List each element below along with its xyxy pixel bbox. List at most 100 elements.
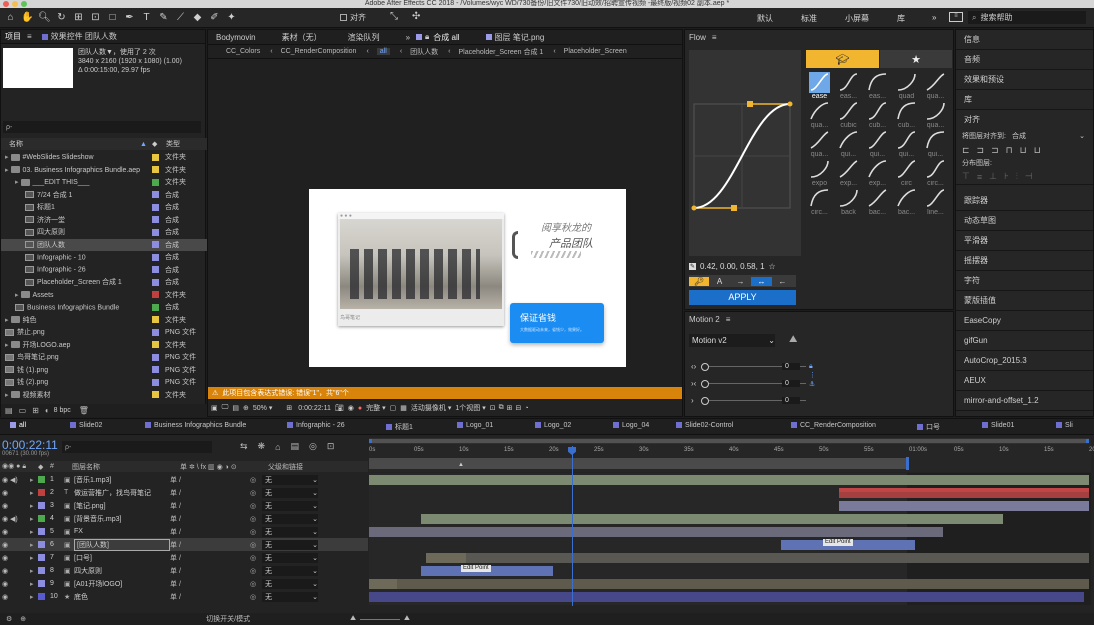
snap-icon[interactable]: ⤡ [390, 11, 398, 22]
ease-preset[interactable]: cub... [864, 101, 891, 129]
layer-label-swatch[interactable] [38, 489, 45, 496]
layer-name[interactable]: [团队人数] [74, 538, 170, 551]
layer-name[interactable]: 底色 [74, 592, 170, 602]
layer-switches[interactable]: 单 / [170, 488, 250, 498]
align-checkbox[interactable]: 对齐 [340, 12, 366, 23]
layer-switches[interactable]: 单 / [170, 579, 250, 589]
ease-preset[interactable]: bac... [864, 188, 891, 216]
ease-out-icon[interactable]: ← [772, 277, 793, 286]
layer-switches[interactable]: 单 / [170, 553, 250, 563]
disclosure-icon[interactable]: ▸ [30, 502, 38, 510]
distribute-top-icon[interactable]: ⊤ [962, 171, 970, 182]
panel-menu-icon[interactable]: ≡ [712, 33, 717, 42]
timeline-tab[interactable]: Slide02-Control [676, 422, 733, 429]
monitor-icon[interactable]: 🖵︎ [222, 404, 229, 412]
col-name[interactable]: 名称 [1, 139, 140, 149]
tab-layer[interactable]: 图层 笔记.png [495, 32, 545, 43]
project-item[interactable]: Business Infographics Bundle 合成 [1, 301, 207, 314]
disclosure-icon[interactable]: ▸ [30, 515, 38, 523]
info-panel-item[interactable]: 信息 [956, 30, 1093, 50]
layer-label-swatch[interactable] [38, 567, 45, 574]
toggle-modes-icon[interactable]: ⊕ [20, 615, 26, 623]
ease-preset[interactable]: qua... [922, 101, 949, 129]
pick-whip-icon[interactable]: ◎ [250, 502, 262, 510]
motion-value-field[interactable]: 0 [782, 363, 800, 370]
plugin-item[interactable]: AutoCrop_2015.3 [956, 351, 1093, 371]
timeline-tab[interactable]: Logo_04 [613, 422, 649, 429]
parent-dropdown[interactable]: 无 ⌄ [262, 474, 318, 485]
ease-preset[interactable]: circ... [922, 159, 949, 187]
plugin-item[interactable]: 跟踪器 [956, 191, 1093, 211]
ease-preset[interactable]: cubic [835, 101, 862, 129]
label-color-swatch[interactable] [152, 316, 159, 324]
visibility-toggle-icon[interactable]: ◉ ◀) [0, 515, 30, 523]
project-item[interactable]: 标题1 合成 [1, 201, 207, 214]
layer-name[interactable]: [背景音乐.mp3] [74, 514, 170, 524]
sort-up-icon[interactable]: ▲ [140, 141, 152, 148]
type-tool-icon[interactable]: T [140, 11, 153, 25]
ease-preset[interactable]: circ [893, 159, 920, 187]
layer-row[interactable]: ◉ ◀) ▸ 1 ▣ [音乐1.mp3] 单 / ◎ 无 ⌄ [0, 473, 368, 486]
label-color-swatch[interactable] [152, 341, 159, 349]
workspace-small-screen[interactable]: 小屏幕 [845, 13, 869, 24]
layer-label-swatch[interactable] [38, 528, 45, 535]
layer-row[interactable]: ◉ ▸ 9 ▣ [A01开场lOGO] 单 / ◎ 无 ⌄ [0, 577, 368, 590]
zoom-dropdown[interactable]: 50% [253, 405, 267, 412]
roto-tool-icon[interactable]: ✐ [208, 11, 221, 25]
label-color-swatch[interactable] [152, 366, 159, 374]
parent-dropdown[interactable]: 无 ⌄ [262, 552, 318, 563]
flowchart-icon[interactable]: ⊟ [516, 404, 522, 412]
layer-switches[interactable]: 单 / [170, 475, 250, 485]
breadcrumb-item-active[interactable]: all [376, 48, 390, 55]
parent-dropdown[interactable]: 无 ⌄ [262, 539, 318, 550]
disclosure-icon[interactable]: ▸ [30, 528, 38, 536]
parent-dropdown[interactable]: 无 ⌄ [262, 500, 318, 511]
work-area-bar[interactable] [369, 458, 907, 469]
keyframe-select-icon[interactable]: 🔑︎ [689, 276, 709, 286]
label-color-swatch[interactable] [152, 153, 159, 161]
parent-dropdown[interactable]: 无 ⌄ [262, 591, 318, 602]
safe-zones-icon[interactable]: ⊕ [243, 404, 249, 412]
zoom-out-icon[interactable]: ⛰ [350, 615, 356, 623]
close-window-icon[interactable] [3, 1, 9, 7]
pick-whip-icon[interactable]: ◎ [250, 541, 262, 549]
layer-switches[interactable]: 单 / [170, 592, 250, 602]
align-panel-item[interactable]: 对齐 [956, 110, 1093, 130]
label-color-swatch[interactable] [152, 291, 159, 299]
motion-value-field[interactable]: 0 [782, 397, 800, 404]
visibility-toggle-icon[interactable]: ◉ [0, 502, 30, 510]
trash-icon[interactable]: 🗑︎ [79, 406, 89, 415]
project-item[interactable]: Placeholder_Screen 合成 1 合成 [1, 276, 207, 289]
plugin-item[interactable]: 平滑器 [956, 231, 1093, 251]
layer-duration-bar[interactable] [369, 474, 1089, 485]
always-preview-icon[interactable]: ▣ [211, 404, 218, 412]
hand-tool-icon[interactable]: ✋ [21, 11, 34, 25]
apply-button[interactable]: APPLY [689, 290, 796, 305]
views-dropdown[interactable]: 1个视图 [455, 403, 480, 413]
label-color-swatch[interactable] [152, 391, 159, 399]
timeline-tab[interactable]: Logo_02 [535, 422, 571, 429]
col-type[interactable]: 类型 [166, 139, 180, 149]
panel-menu-icon[interactable]: ≡ [27, 32, 32, 41]
quality-dropdown[interactable]: 完整 [366, 403, 380, 413]
align-to-dropdown[interactable]: 合成 [1012, 131, 1079, 141]
breadcrumb-item[interactable]: Placeholder_Screen 合成 1 [459, 47, 544, 57]
shy-layers-icon[interactable]: ⌂ [275, 442, 280, 452]
timeline-tab[interactable]: Slide02 [70, 422, 102, 429]
pan-behind-tool-icon[interactable]: ⊡ [89, 11, 102, 25]
rotate-tool-icon[interactable]: ↻ [55, 11, 68, 25]
visibility-toggle-icon[interactable]: ◉ [0, 528, 30, 536]
label-color-swatch[interactable] [152, 166, 159, 174]
layer-row[interactable]: ◉ ▸ 8 ▣ 四大原则单 / ◎ 无 ⌄ [0, 564, 368, 577]
bpc-button[interactable]: 8 bpc [54, 407, 71, 414]
timeline-icon[interactable]: ⊞ [507, 404, 513, 412]
channel-icon[interactable]: ● [358, 405, 362, 412]
pick-whip-icon[interactable]: ◎ [250, 567, 262, 575]
disclosure-icon[interactable]: ▸ [30, 593, 38, 601]
layer-duration-bar[interactable] [426, 552, 1089, 563]
layer-switches[interactable]: 单 / [170, 527, 250, 537]
project-item[interactable]: Infographic - 10 合成 [1, 251, 207, 264]
layer-label-swatch[interactable] [38, 515, 45, 522]
time-navigator-bar[interactable] [369, 439, 1089, 443]
distribute-vcenter-icon[interactable]: ≡ [977, 172, 982, 182]
